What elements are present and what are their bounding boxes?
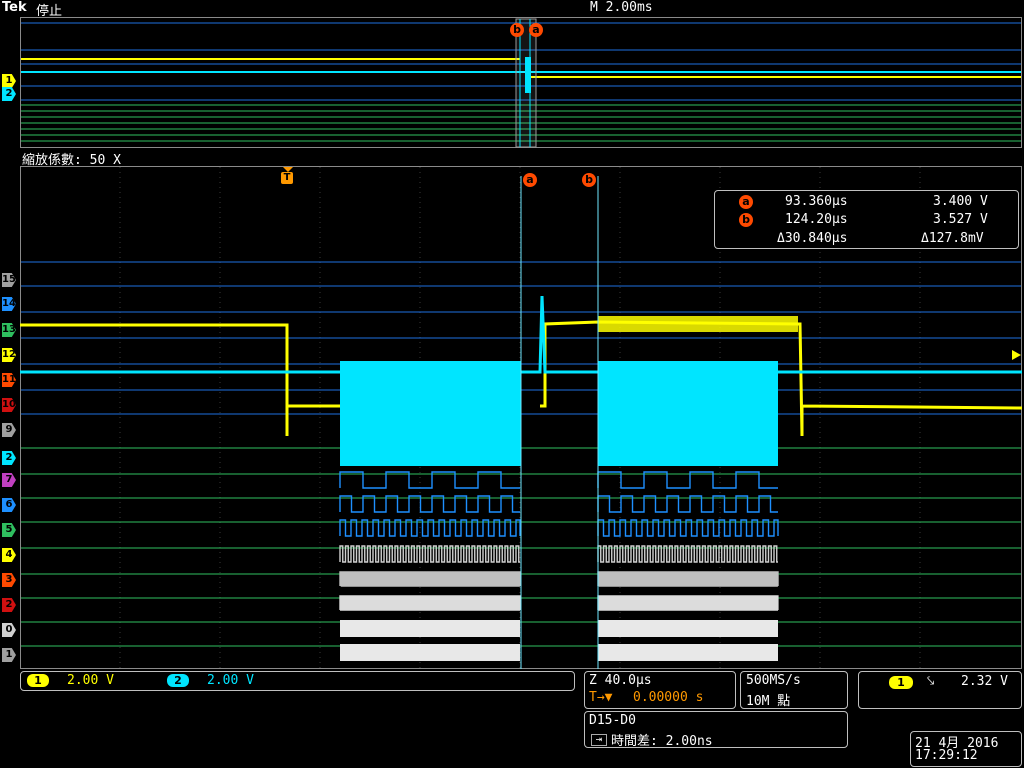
ch1-noise-band (598, 316, 798, 332)
channel-label-2[interactable]: 2 (2, 598, 16, 612)
readout-a-time: 93.360µs (785, 194, 848, 209)
cursor-b-badge[interactable]: b (582, 173, 596, 187)
deskew-icon: ⇥ (591, 734, 607, 746)
channel-label-3[interactable]: 3 (2, 573, 16, 587)
ch2-scale[interactable]: 2.00 V (207, 673, 254, 688)
digital-solid-block (598, 644, 778, 661)
readout-delta-time: Δ30.840µs (777, 231, 848, 246)
trigger-position-value: 0.00000 s (633, 690, 704, 705)
date-time-box: 21 4月 2016 17:29:12 (910, 731, 1022, 767)
channel-label-9[interactable]: 9 (2, 423, 16, 437)
readout-b-voltage: 3.527 V (933, 212, 988, 227)
deskew-value: 時間差: 2.00ns (611, 734, 713, 749)
digital-burst-wave (597, 571, 779, 587)
cursor-a-badge[interactable]: a (523, 173, 537, 187)
time: 17:29:12 (915, 748, 978, 763)
channel-label-1[interactable]: 1 (2, 648, 16, 662)
ch2-chip[interactable]: 2 (167, 674, 189, 687)
overview-cursor-a-badge[interactable]: a (529, 23, 543, 37)
channel-label-11[interactable]: 11 (2, 373, 16, 387)
channel-label-13[interactable]: 13 (2, 323, 16, 337)
readout-b-time: 124.20µs (785, 212, 848, 227)
trigger-marker-label: T (281, 172, 293, 184)
channel-label-6[interactable]: 6 (2, 498, 16, 512)
ch2-burst-2 (598, 361, 778, 466)
channel-label-12[interactable]: 12 (2, 348, 16, 362)
channel-label-4[interactable]: 4 (2, 548, 16, 562)
digital-group-box[interactable]: D15-D0 ⇥ 時間差: 2.00ns (584, 711, 848, 749)
trigger-slope-icon: ⤥ (927, 674, 935, 689)
readout-delta-voltage: Δ127.8mV (921, 231, 984, 246)
digital-group-label: D15-D0 (589, 713, 636, 728)
overview-panel[interactable] (20, 17, 1022, 148)
brand-logo: Tek (2, 0, 27, 15)
trigger-source-chip: 1 (889, 676, 913, 689)
readout-a-badge: a (739, 195, 753, 209)
timebase-readout[interactable]: M 2.00ms (590, 0, 653, 15)
vertical-settings-bar[interactable]: 1 2.00 V 2 2.00 V (20, 671, 575, 691)
trigger-position-marker[interactable]: T (281, 167, 295, 187)
record-length: 10M 點 (746, 694, 791, 709)
channel-label-5[interactable]: 5 (2, 523, 16, 537)
digital-burst-wave (339, 571, 521, 587)
channel-label-ch2[interactable]: 2 (2, 451, 16, 465)
readout-b-badge: b (739, 213, 753, 227)
overview-ch1-marker[interactable]: 1 (2, 74, 16, 88)
horizontal-settings-box[interactable]: Z 40.0µs T→▼ 0.00000 s (584, 671, 736, 709)
channel-label-10[interactable]: 10 (2, 398, 16, 412)
ch2-burst-1 (340, 361, 521, 466)
digital-burst-wave (597, 595, 779, 611)
digital-solid-block (598, 620, 778, 637)
channel-label-15[interactable]: 15 (2, 273, 16, 287)
readout-a-voltage: 3.400 V (933, 194, 988, 209)
trigger-settings-box[interactable]: 1 ⤥ 2.32 V (858, 671, 1022, 709)
channel-label-7[interactable]: 7 (2, 473, 16, 487)
acquisition-box[interactable]: 500MS/s 10M 點 (740, 671, 848, 709)
ch1-chip[interactable]: 1 (27, 674, 49, 687)
digital-solid-block (340, 620, 520, 637)
cursor-readout-panel[interactable]: a 93.360µs 3.400 V b 124.20µs 3.527 V Δ3… (714, 190, 1019, 249)
status-bar: Tek 停止 M 2.00ms (0, 0, 1024, 19)
digital-burst-wave (339, 595, 521, 611)
digital-solid-block (340, 644, 520, 661)
trigger-level: 2.32 V (961, 674, 1008, 689)
channel-label-14[interactable]: 14 (2, 297, 16, 311)
ch1-scale[interactable]: 2.00 V (67, 673, 114, 688)
channel-label-0[interactable]: 0 (2, 623, 16, 637)
overview-burst (525, 57, 531, 93)
overview-ch2-marker[interactable]: 2 (2, 87, 16, 101)
overview-cursor-b-badge[interactable]: b (510, 23, 524, 37)
sample-rate: 500MS/s (746, 673, 801, 688)
zoom-time-scale: Z 40.0µs (589, 673, 652, 688)
trigger-position-prefix: T→▼ (589, 690, 613, 705)
